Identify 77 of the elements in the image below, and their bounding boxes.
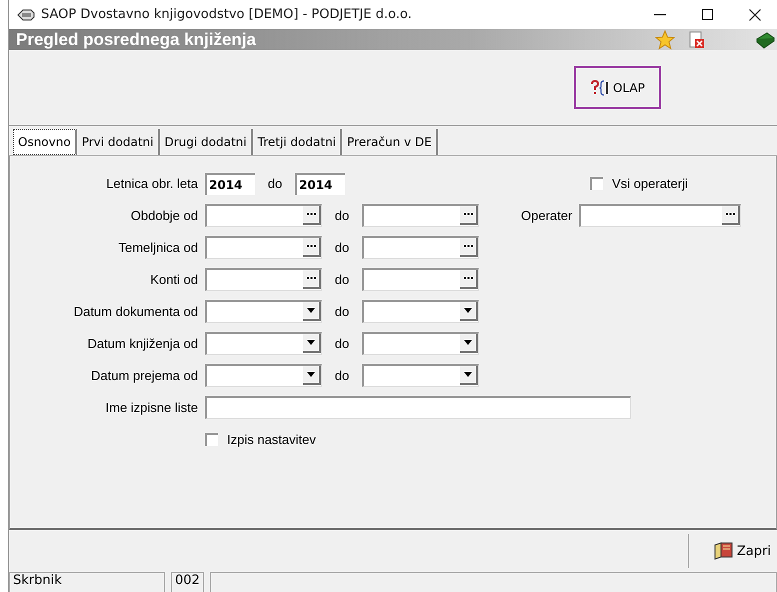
document-delete-icon[interactable] [689, 30, 705, 48]
field-label: do [334, 336, 350, 351]
dropdown-button[interactable] [303, 302, 321, 321]
close-icon[interactable] [749, 8, 761, 20]
input-field[interactable] [205, 396, 631, 419]
year-field[interactable]: 2014 [205, 172, 255, 194]
field-label: do [266, 176, 284, 191]
field-label: Ime izpisne liste [104, 400, 199, 415]
input-field[interactable] [205, 268, 322, 291]
ellipsis-icon [306, 277, 316, 280]
form-title: Pregled posrednega knjiženja [15, 30, 256, 50]
checkbox-label: Izpis nastavitev [227, 432, 316, 447]
input-field[interactable] [362, 300, 479, 323]
dropdown-button[interactable] [460, 366, 478, 385]
input-field[interactable] [362, 268, 479, 291]
lookup-button[interactable] [460, 270, 478, 289]
lookup-button[interactable] [303, 270, 321, 289]
caret-icon [307, 340, 315, 345]
dropdown-button[interactable] [460, 302, 478, 321]
field-label: Letnica obr. leta [105, 176, 199, 191]
ellipsis-icon [306, 213, 316, 216]
field-label: do [334, 304, 350, 319]
minimize-icon[interactable] [654, 14, 666, 16]
checkbox[interactable] [205, 433, 218, 446]
ellipsis-icon [464, 245, 472, 248]
input-field[interactable] [362, 332, 479, 355]
field-label: do [334, 240, 350, 255]
field-label: Konti od [149, 272, 199, 287]
star-icon[interactable] [655, 30, 675, 50]
dropdown-button[interactable] [303, 366, 321, 385]
input-field[interactable] [205, 364, 322, 387]
field-label: Operater [521, 208, 572, 223]
field-label: Datum prejema od [90, 368, 199, 383]
olap-button[interactable]: OLAP [574, 66, 661, 109]
status-field: 002 [171, 572, 204, 592]
lookup-button[interactable] [722, 206, 740, 225]
field-label: Obdobje od [130, 208, 199, 223]
ellipsis-icon [726, 213, 735, 216]
ellipsis-icon [464, 213, 472, 216]
ellipsis-icon [464, 277, 472, 280]
field-label: Temeljnica od [118, 240, 199, 255]
caret-icon [307, 308, 315, 313]
caret-icon [464, 340, 472, 345]
field-label: Datum knjiženja od [86, 336, 199, 351]
input-field[interactable] [205, 332, 322, 355]
checkbox-label: Vsi operaterji [612, 176, 688, 191]
lookup-button[interactable] [460, 238, 478, 257]
app-icon [17, 8, 35, 20]
field-label: Datum dokumenta od [72, 304, 199, 319]
window-title: SAOP Dvostavno knjigovodstvo [DEMO] - PODJETJE d.o.o. [41, 7, 412, 22]
ellipsis-icon [306, 245, 316, 248]
caret-icon [307, 372, 315, 377]
maximize-icon[interactable] [702, 9, 713, 20]
dropdown-button[interactable] [460, 334, 478, 353]
year-field[interactable]: 2014 [295, 172, 345, 194]
input-field[interactable] [205, 236, 322, 259]
input-field[interactable] [362, 364, 479, 387]
checkbox[interactable] [590, 177, 603, 190]
close-button[interactable]: Zapri [708, 540, 777, 562]
lookup-button[interactable] [303, 206, 321, 225]
input-field[interactable] [205, 204, 322, 227]
dropdown-button[interactable] [303, 334, 321, 353]
tab[interactable]: Osnovno [13, 129, 77, 155]
input-field[interactable] [362, 204, 479, 227]
book-icon [712, 542, 735, 560]
caret-icon [464, 372, 472, 377]
caret-icon [464, 308, 472, 313]
status-field: Skrbnik [9, 572, 165, 592]
field-label: do [334, 272, 350, 287]
lookup-button[interactable] [460, 206, 478, 225]
input-field[interactable] [579, 204, 742, 227]
input-field[interactable] [362, 236, 479, 259]
lookup-button[interactable] [303, 238, 321, 257]
query-icon [590, 80, 610, 96]
field-label: do [334, 208, 350, 223]
field-label: do [334, 368, 350, 383]
input-field[interactable] [205, 300, 322, 323]
